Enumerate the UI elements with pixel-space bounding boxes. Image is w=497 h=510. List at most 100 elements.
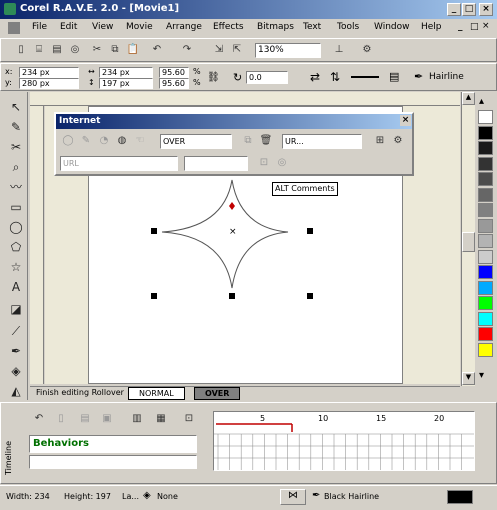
menu-tools[interactable]: Tools [337,22,359,32]
delete-state-icon[interactable]: 🗑 [258,133,274,149]
timeline-frame-icon[interactable]: ▦ [153,411,169,427]
mirror-h-icon[interactable]: ⇄ [310,70,320,84]
palette-swatch[interactable] [478,218,493,233]
internet-toolbar-title[interactable]: Internet × [56,114,412,129]
menu-effects[interactable]: Effects [213,22,244,32]
new-icon[interactable]: ▯ [13,42,29,58]
palette-swatch[interactable] [478,187,493,202]
menu-edit[interactable]: Edit [60,22,77,32]
target-field[interactable] [184,156,248,171]
snap-icon[interactable]: ⊥ [331,42,347,58]
behavior-select[interactable]: OVER [160,134,232,149]
internet-close-button[interactable]: × [400,115,411,126]
doc-restore-icon[interactable]: □ [470,22,479,32]
menu-file[interactable]: File [32,22,47,32]
palette-scroll-down-icon[interactable]: ▾ [479,370,484,381]
scale-y-field[interactable]: 95.60 [159,78,189,89]
palette-swatch[interactable] [478,125,493,140]
import-icon[interactable]: ⇲ [211,42,227,58]
timeline-object-icon[interactable]: ▯ [53,411,69,427]
menu-movie[interactable]: Movie [126,22,153,32]
palette-swatch[interactable] [478,110,493,124]
pick-tool-icon[interactable]: ↖ [6,98,26,116]
hotspot-shape-icon[interactable]: ◎ [274,155,290,171]
doc-minimize-icon[interactable]: _ [458,22,463,32]
x-field[interactable]: 234 px [19,67,79,78]
url-combo[interactable]: UR... [282,134,362,149]
doc-close-icon[interactable]: × [482,21,490,31]
mirror-v-icon[interactable]: ⇅ [330,70,340,84]
url-field[interactable]: URL [60,156,178,171]
scroll-thumb[interactable] [462,232,475,252]
knife-tool-icon[interactable]: ✂ [6,138,26,156]
save-icon[interactable]: ▤ [49,42,65,58]
vertical-scrollbar[interactable]: ▲ ▼ [461,92,475,386]
minimize-button[interactable]: _ [447,3,461,16]
outline-width[interactable]: Hairline [429,72,464,82]
open-icon[interactable]: ⌸ [31,42,47,58]
scroll-down-icon[interactable]: ▼ [462,372,475,385]
rollover-finish-icon[interactable]: ◍ [114,133,130,149]
freehand-tool-icon[interactable]: 〰 [6,178,26,196]
palette-swatch[interactable] [478,203,493,217]
palette-swatch[interactable] [478,265,493,279]
timeline-insert-icon[interactable]: ▥ [129,411,145,427]
live-preview-icon[interactable]: ☜ [132,133,148,149]
cut-icon[interactable]: ✂ [89,42,105,58]
timeline-new-icon[interactable]: ↶ [31,411,47,427]
fill-tool-icon[interactable]: ◈ [6,362,26,380]
zoom-select[interactable]: 130% [255,43,321,58]
options-icon[interactable]: ⚙ [359,42,375,58]
redo-icon[interactable]: ↷ [179,42,195,58]
angle-field[interactable]: 0.0 [246,71,288,84]
width-field[interactable]: 234 px [99,67,153,78]
y-field[interactable]: 280 px [19,78,79,89]
menu-view[interactable]: View [92,22,113,32]
shape-tool-icon[interactable]: ✎ [6,118,26,136]
palette-swatch[interactable] [478,249,493,264]
hotspot-icon[interactable]: ⊡ [256,155,272,171]
publish-icon[interactable]: ◎ [67,42,83,58]
copy-state-icon[interactable]: ⧉ [240,133,256,149]
timeline-frames[interactable]: 5 10 15 20 [213,411,475,471]
behaviors-row[interactable]: Behaviors [29,435,197,453]
rollover-edit-icon[interactable]: ✎ [78,133,94,149]
zoom-tool-icon[interactable]: ⌕ [6,158,26,176]
palette-scroll-up-icon[interactable]: ▴ [479,96,484,107]
wrap-icon[interactable]: ▤ [389,70,399,83]
palette-swatch[interactable] [478,327,493,341]
timeline-copy-icon[interactable]: ▤ [77,411,93,427]
line-style-swatch[interactable] [351,76,379,78]
star-tool-icon[interactable]: ☆ [6,258,26,276]
scroll-up-icon[interactable]: ▲ [462,92,475,105]
menu-window[interactable]: Window [374,22,410,32]
show-hotspot-icon[interactable]: ⊞ [372,133,388,149]
tab-normal[interactable]: NORMAL [128,387,185,400]
tab-finish-editing[interactable]: Finish editing Rollover [36,388,124,397]
menu-bitmaps[interactable]: Bitmaps [257,22,294,32]
undo-icon[interactable]: ↶ [149,42,165,58]
copy-icon[interactable]: ⧉ [107,42,123,58]
export-icon[interactable]: ⇱ [229,42,245,58]
timeline-paste-icon[interactable]: ▣ [99,411,115,427]
outline-tool-icon[interactable]: ✒ [6,342,26,360]
polygon-tool-icon[interactable]: ⬠ [6,238,26,256]
eyedropper-tool-icon[interactable]: ⟋ [6,322,26,340]
scale-x-field[interactable]: 95.60 [159,67,189,78]
tab-over[interactable]: OVER [194,387,241,400]
palette-swatch[interactable] [478,234,493,248]
interactive-fill-icon[interactable]: ◭ [6,382,26,400]
ellipse-tool-icon[interactable]: ◯ [6,218,26,236]
text-tool-icon[interactable]: A [6,278,26,296]
palette-swatch[interactable] [478,280,493,295]
palette-swatch[interactable] [478,342,493,357]
lock-ratio-icon[interactable]: ⛓ [207,72,220,83]
rectangle-tool-icon[interactable]: ▭ [6,198,26,216]
height-field[interactable]: 197 px [99,78,153,89]
timeline-view-icon[interactable]: ⊡ [181,411,197,427]
palette-swatch[interactable] [478,156,493,171]
menu-help[interactable]: Help [421,22,442,32]
bookmark-icon[interactable]: ⚙ [390,133,406,149]
menu-arrange[interactable]: Arrange [166,22,202,32]
rollover-extract-icon[interactable]: ◔ [96,133,112,149]
